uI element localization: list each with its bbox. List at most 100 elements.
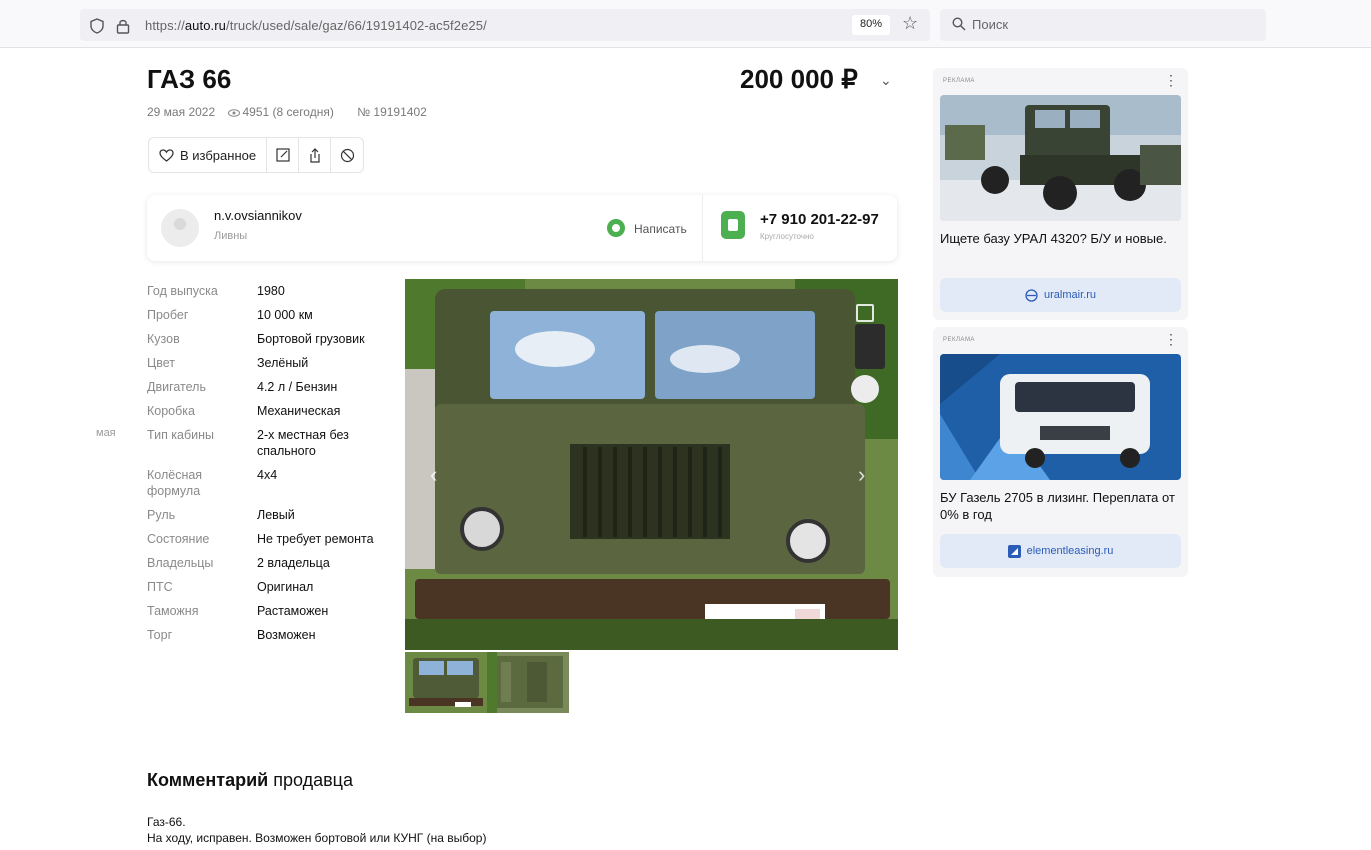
side-note: мая (96, 427, 116, 439)
listing-views: 4951 (8 сегодня) (242, 105, 334, 119)
spec-value: 1980 (257, 284, 285, 298)
search-placeholder: Поиск (972, 17, 1009, 32)
thumbnail-image (405, 652, 487, 713)
spec-label: Тип кабины (147, 428, 215, 442)
photo-thumbnail[interactable] (405, 652, 487, 713)
spec-value: Не требует ремонта (257, 532, 374, 546)
spec-value: Возможен (257, 628, 316, 642)
ad-image[interactable] (940, 95, 1181, 221)
gazelle-van-image (940, 354, 1181, 480)
spec-row: Владельцы 2 владельца (147, 555, 387, 571)
ad-link-button[interactable]: elementleasing.ru (940, 534, 1181, 568)
note-button[interactable] (267, 138, 300, 172)
zoom-indicator[interactable]: 80% (852, 15, 891, 35)
spec-row: Двигатель 4.2 л / Бензин (147, 379, 387, 395)
avatar[interactable] (161, 209, 199, 247)
spec-label: Торг (147, 628, 173, 642)
more-options-icon[interactable]: ⋮ (1164, 331, 1178, 348)
truck-photo (405, 279, 898, 650)
spec-value: Растаможен (257, 604, 329, 618)
spec-value: Левый (257, 508, 295, 522)
site-icon (1007, 544, 1021, 558)
share-icon (309, 147, 320, 163)
spec-label: Состояние (147, 532, 210, 546)
spec-label: Владельцы (147, 556, 214, 570)
shield-icon[interactable] (90, 18, 104, 34)
spec-value: Механическая (257, 404, 341, 418)
chevron-down-icon[interactable]: ⌄ (880, 72, 892, 89)
spec-label: Таможня (147, 604, 199, 618)
expand-icon[interactable] (856, 304, 874, 322)
url-text[interactable]: https://auto.ru/truck/used/sale/gaz/66/1… (145, 18, 487, 33)
next-photo-icon[interactable]: › (858, 462, 865, 488)
spec-label: Цвет (147, 356, 176, 370)
ad-domain: elementleasing.ru (1026, 545, 1114, 557)
spec-value: 10 000 км (257, 308, 313, 322)
spec-value: 2 владельца (257, 556, 330, 570)
bookmark-star-icon[interactable]: ☆ (902, 13, 918, 34)
listing-number: № 19191402 (357, 105, 427, 119)
chat-icon[interactable] (607, 219, 625, 237)
main-photo[interactable] (405, 279, 898, 650)
ad-block[interactable]: РЕКЛАМА ⋮ БУ Газель 2705 в лизинг. Переп… (933, 327, 1188, 577)
comment-line: На ходу, исправен. Возможен бортовой или… (147, 831, 487, 845)
ad-label: РЕКЛАМА (943, 337, 975, 343)
spec-label: Пробег (147, 308, 189, 322)
spec-row: Год выпуска 1980 (147, 283, 387, 299)
spec-row: Тип кабины 2-х местная без спального (147, 427, 387, 459)
spec-value: 4x4 (257, 468, 278, 482)
share-button[interactable] (299, 138, 332, 172)
photo-thumbnail[interactable] (487, 652, 569, 713)
ad-block[interactable]: РЕКЛАМА ⋮ Ищете базу УРАЛ 4320? Б/У и но… (933, 68, 1188, 320)
seller-name[interactable]: n.v.ovsiannikov (214, 208, 302, 223)
spec-value: 4.2 л / Бензин (257, 380, 338, 394)
ad-link-button[interactable]: uralmair.ru (940, 278, 1181, 312)
spec-row: Руль Левый (147, 507, 387, 523)
phone-number[interactable]: +7 910 201-22-97 (760, 211, 879, 228)
spec-row: Цвет Зелёный (147, 355, 387, 371)
more-options-icon[interactable]: ⋮ (1164, 72, 1178, 89)
ad-text[interactable]: БУ Газель 2705 в лизинг. Переплата от 0%… (940, 489, 1180, 523)
site-icon (1025, 288, 1038, 302)
spec-label: Год выпуска (147, 284, 218, 298)
spec-label: Кузов (147, 332, 180, 346)
hide-button[interactable] (331, 138, 363, 172)
spec-label: ПТС (147, 580, 173, 594)
listing-price[interactable]: 200 000 ₽ (740, 64, 858, 95)
listing-date: 29 мая 2022 (147, 105, 216, 119)
ad-domain: uralmair.ru (1044, 289, 1096, 301)
favorite-button[interactable]: В избранное (149, 138, 268, 172)
spec-row: Таможня Растаможен (147, 603, 387, 619)
ad-image[interactable] (940, 354, 1181, 480)
spec-label: Руль (147, 508, 176, 522)
spec-label: Коробка (147, 404, 195, 418)
listing-actions: В избранное (148, 137, 365, 173)
ad-label: РЕКЛАМА (943, 78, 975, 84)
specs-list: Год выпуска 1980 Пробег 10 000 км Кузов Бор… (147, 283, 387, 651)
write-button[interactable]: Написать (634, 222, 687, 236)
phone-hours: Круглосуточно (760, 232, 814, 241)
spec-label: Колёсная формула (147, 468, 203, 498)
divider (702, 195, 703, 261)
spec-row: Состояние Не требует ремонта (147, 531, 387, 547)
spec-row: Коробка Механическая (147, 403, 387, 419)
spec-row: ПТС Оригинал (147, 579, 387, 595)
edit-note-icon (275, 148, 290, 162)
ural-truck-image (940, 95, 1181, 221)
spec-label: Двигатель (147, 380, 206, 394)
eye-icon (228, 109, 241, 117)
favorite-label: В избранное (180, 147, 257, 163)
seller-card: n.v.ovsiannikov Ливны Написать +7 910 20… (147, 195, 897, 261)
spec-row: Колёсная формула 4x4 (147, 467, 387, 499)
spec-row: Пробег 10 000 км (147, 307, 387, 323)
spec-row: Торг Возможен (147, 627, 387, 643)
spec-value: Зелёный (257, 356, 309, 370)
phone-icon[interactable] (721, 211, 745, 239)
prev-photo-icon[interactable]: ‹ (430, 462, 437, 488)
spec-value: 2-х местная без спального (257, 428, 349, 458)
ad-text[interactable]: Ищете базу УРАЛ 4320? Б/У и новые. (940, 230, 1180, 247)
thumbnail-image (487, 652, 569, 713)
search-icon (952, 17, 966, 31)
lock-icon[interactable] (116, 18, 130, 34)
heart-icon (159, 148, 174, 162)
